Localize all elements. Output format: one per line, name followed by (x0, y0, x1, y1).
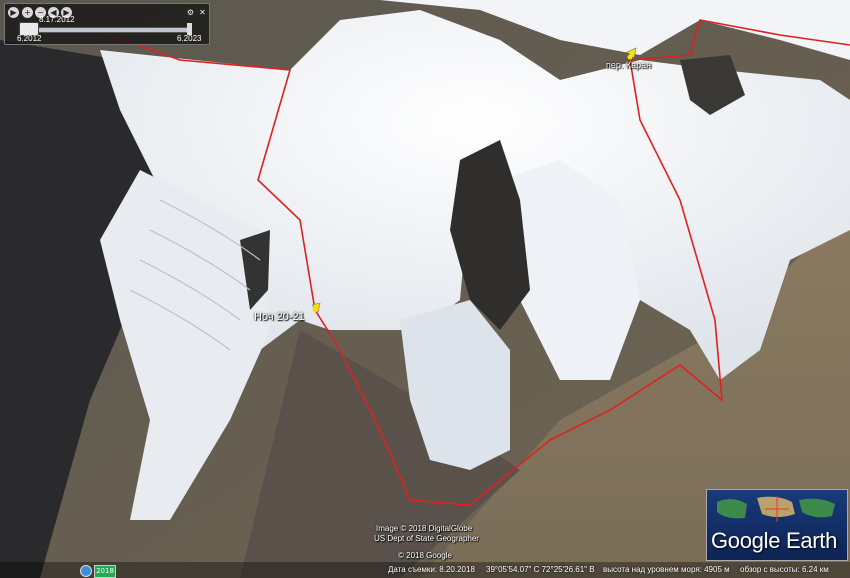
attribution-imagery: Image © 2018 DigitalGlobe (376, 524, 473, 533)
taskbar-year-badge[interactable]: 2018 (94, 565, 116, 578)
camp-label[interactable]: Ноч 20-21 (254, 311, 305, 323)
attribution-state: US Dept of State Geographer (374, 534, 479, 543)
zoom-in-icon[interactable]: + (22, 7, 33, 18)
time-track[interactable] (35, 27, 189, 33)
status-eye-altitude: обзор с высоты: 6.24 км (740, 565, 829, 574)
world-map-icon (717, 496, 835, 522)
settings-wrench-icon[interactable]: ⚙ (185, 7, 196, 18)
status-coordinates: 39°05'54.07" С 72°25'26.61" В (486, 565, 595, 574)
taskbar-globe-icon[interactable] (80, 565, 92, 577)
current-date: 8.17.2012 (39, 15, 75, 24)
attribution-google: © 2018 Google (398, 551, 452, 560)
time-slider-panel: ▶ + − ◀ ▶ ⚙ ✕ 8.17.2012 6.2012 6.2023 (4, 3, 210, 45)
status-elevation: высота над уровнем моря: 4905 м (603, 565, 730, 574)
play-icon[interactable]: ▶ (8, 7, 19, 18)
time-end-label: 6.2023 (177, 34, 202, 43)
time-start-label: 6.2012 (17, 34, 42, 43)
close-icon[interactable]: ✕ (197, 7, 208, 18)
google-earth-logo-text: Google Earth (711, 528, 838, 553)
pass-label[interactable]: пер. Каран (606, 60, 651, 70)
status-imagery-date: Дата съемки: 8.20.2018 (388, 565, 475, 574)
google-earth-logo: Google Earth (706, 489, 848, 561)
